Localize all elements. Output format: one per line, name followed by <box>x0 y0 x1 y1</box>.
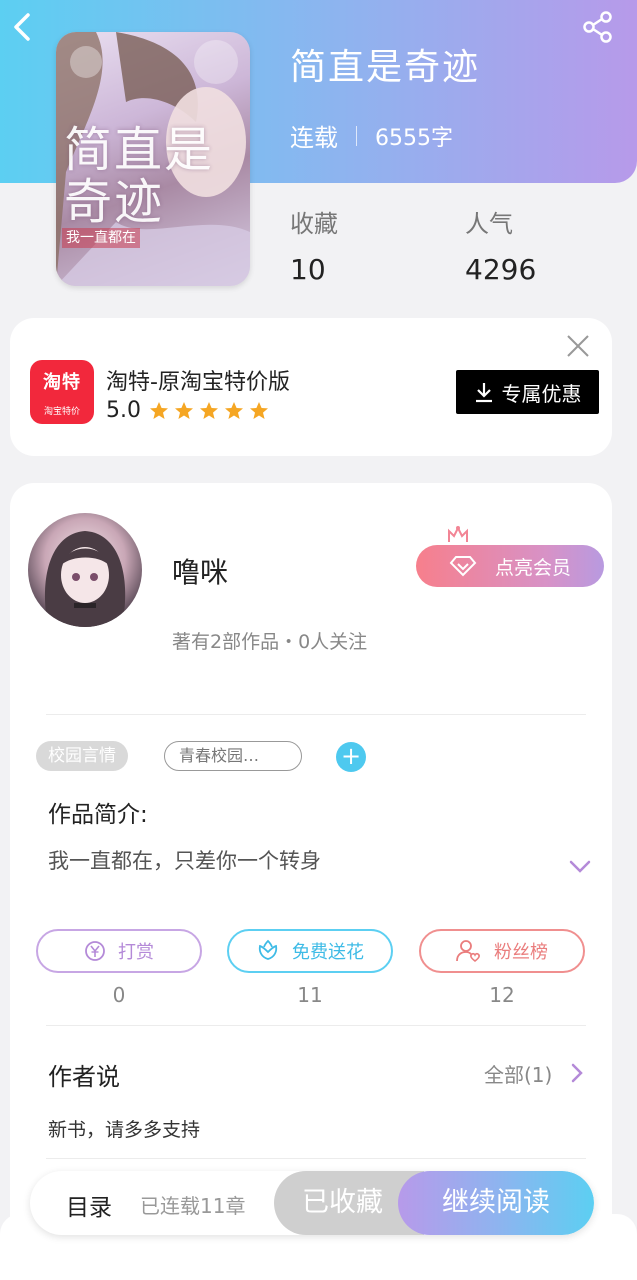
ad-rating-score: 5.0 <box>106 398 141 423</box>
intro-text: 我一直都在，只差你一个转身 <box>48 849 321 873</box>
ad-app-logo: 淘特 淘宝特价 <box>30 360 94 424</box>
ad-banner[interactable]: 淘特 淘宝特价 淘特-原淘宝特价版 5.0 专属优惠 <box>10 318 612 456</box>
bottom-action-bar: 目录 已连载11章 已收藏 继续阅读 <box>30 1171 594 1235</box>
ad-download-label: 专属优惠 <box>501 381 582 406</box>
avatar-illustration <box>44 531 126 627</box>
favorites-value: 10 <box>290 253 326 286</box>
flower-count: 11 <box>297 983 323 1007</box>
cover-title: 简直是奇迹 <box>64 122 215 230</box>
share-button[interactable] <box>581 10 615 44</box>
send-flower-button[interactable]: 免费送花 <box>227 929 393 973</box>
crown-icon <box>448 525 468 542</box>
star-icon <box>200 401 218 419</box>
intro-label: 作品简介: <box>48 802 148 828</box>
genre-tag[interactable]: 校园言情 <box>36 741 128 771</box>
book-detail-card: 噜咪 点亮会员 著有2部作品・0人关注 校园言情 青春校园… + 作品简介: 我… <box>10 483 612 1263</box>
close-icon <box>567 335 589 357</box>
download-icon <box>475 383 492 403</box>
divider <box>46 714 586 715</box>
add-tag-button[interactable]: + <box>336 742 366 772</box>
reward-label: 打赏 <box>118 942 154 963</box>
star-icon <box>250 401 268 419</box>
toc-button[interactable]: 目录 <box>66 1188 112 1222</box>
send-flower-label: 免费送花 <box>292 942 364 963</box>
ad-app-name: 淘特-原淘宝特价版 <box>106 370 290 395</box>
author-avatar[interactable] <box>28 513 142 627</box>
vip-activate-button[interactable]: 点亮会员 <box>416 545 604 587</box>
ad-rating-stars <box>149 401 274 421</box>
divider <box>46 1025 586 1026</box>
reward-button[interactable]: 打赏 <box>36 929 202 973</box>
fans-count: 12 <box>489 983 515 1007</box>
author-says-title: 作者说 <box>48 1063 120 1091</box>
chevron-left-icon <box>14 13 30 41</box>
star-icon <box>150 401 168 419</box>
favorites-stat: 收藏 10 <box>290 204 338 286</box>
star-icon <box>175 401 193 419</box>
author-says-text: 新书，请多多支持 <box>48 1119 201 1141</box>
reward-count: 0 <box>112 983 126 1007</box>
vip-button-label: 点亮会员 <box>494 556 571 579</box>
author-meta: 著有2部作品・0人关注 <box>172 631 368 653</box>
popularity-label: 人气 <box>465 210 513 238</box>
book-status: 连载 <box>290 124 338 152</box>
ad-rating: 5.0 <box>106 398 274 423</box>
cover-subtitle: 我一直都在 <box>62 228 140 248</box>
book-title: 简直是奇迹 <box>290 47 481 88</box>
yen-coin-icon <box>85 941 105 961</box>
back-button[interactable] <box>8 10 38 44</box>
fan-ranking-label: 粉丝榜 <box>494 942 548 963</box>
author-says-all-link[interactable]: 全部(1) <box>484 1059 552 1088</box>
favorites-label: 收藏 <box>290 210 338 238</box>
meta-divider <box>356 125 357 146</box>
ad-logo-subtext: 淘宝特价 <box>43 407 80 417</box>
share-icon <box>583 11 612 43</box>
book-meta: 连载 6555字 <box>290 118 453 153</box>
continue-reading-button[interactable]: 继续阅读 <box>398 1171 594 1235</box>
ad-logo-text: 淘特 <box>43 372 81 393</box>
star-icon <box>225 401 243 419</box>
custom-tag[interactable]: 青春校园… <box>164 741 302 771</box>
diamond-icon <box>449 556 477 577</box>
divider <box>46 1158 586 1159</box>
author-name[interactable]: 噜咪 <box>172 551 228 591</box>
chevron-right-icon[interactable] <box>570 1062 584 1084</box>
fan-ranking-button[interactable]: 粉丝榜 <box>419 929 585 973</box>
chevron-down-icon[interactable] <box>568 859 592 875</box>
book-cover[interactable]: 简直是奇迹 我一直都在 <box>56 32 250 286</box>
popularity-value: 4296 <box>465 253 537 286</box>
flower-icon <box>258 939 278 960</box>
popularity-stat: 人气 4296 <box>465 204 536 286</box>
user-heart-icon <box>456 940 480 963</box>
ad-close-button[interactable] <box>564 332 592 360</box>
toc-progress[interactable]: 已连载11章 <box>140 1190 245 1219</box>
ad-download-button[interactable]: 专属优惠 <box>456 370 599 414</box>
book-word-count: 6555字 <box>375 125 453 151</box>
